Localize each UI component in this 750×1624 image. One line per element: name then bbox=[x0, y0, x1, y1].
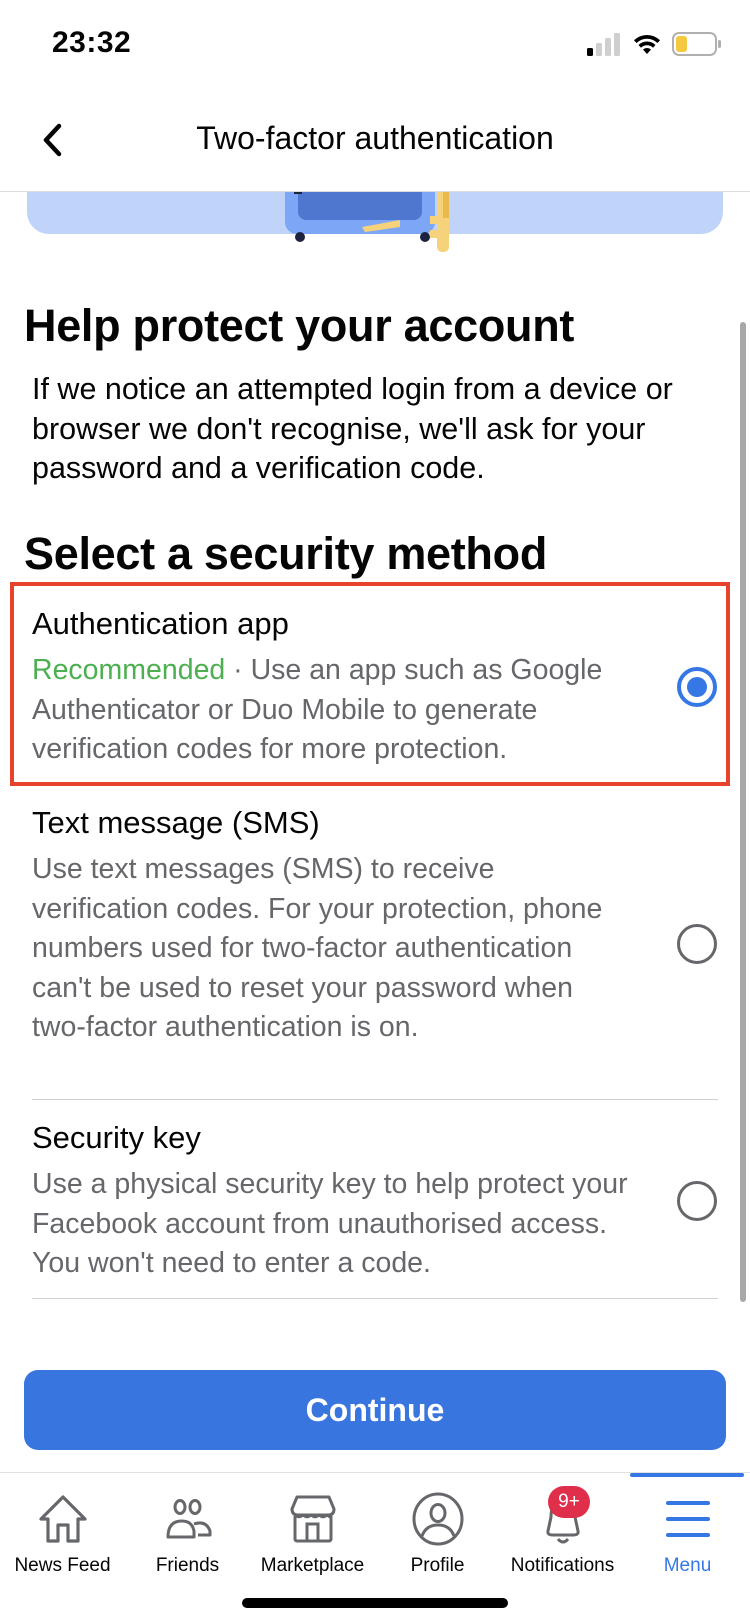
content-scroll-area[interactable]: Help protect your account If we notice a… bbox=[0, 192, 750, 1472]
status-bar: 23:32 bbox=[0, 0, 750, 90]
tab-label: Marketplace bbox=[260, 1555, 365, 1576]
option-title: Text message (SMS) bbox=[32, 805, 320, 840]
tab-friends[interactable]: Friends bbox=[125, 1473, 250, 1583]
main-heading: Help protect your account bbox=[24, 300, 575, 351]
option-text-message[interactable]: Text message (SMS) Use text messages (SM… bbox=[32, 804, 722, 1048]
continue-button[interactable]: Continue bbox=[24, 1370, 726, 1450]
menu-icon bbox=[665, 1501, 710, 1537]
home-icon bbox=[38, 1495, 87, 1543]
profile-icon bbox=[412, 1492, 463, 1546]
tab-label: News Feed bbox=[14, 1555, 111, 1576]
recommended-label: Recommended bbox=[32, 654, 226, 686]
home-indicator bbox=[242, 1598, 508, 1608]
tab-label: Friends bbox=[155, 1555, 220, 1576]
nav-header: Two-factor authentication bbox=[0, 90, 750, 192]
option-title: Security key bbox=[32, 1120, 201, 1155]
tab-profile[interactable]: Profile bbox=[375, 1473, 500, 1583]
cellular-signal-icon bbox=[587, 33, 620, 56]
intro-text: If we notice an attempted login from a d… bbox=[32, 372, 673, 485]
separator: · bbox=[225, 654, 251, 686]
divider bbox=[32, 1099, 718, 1100]
tab-news-feed[interactable]: News Feed bbox=[0, 1473, 125, 1583]
option-description: Recommended · Use an app such as Google … bbox=[32, 651, 632, 770]
tab-label: Menu bbox=[663, 1555, 712, 1576]
battery-icon bbox=[672, 32, 721, 56]
radio-authentication-app[interactable] bbox=[677, 667, 717, 707]
option-security-key[interactable]: Security key Use a physical security key… bbox=[32, 1119, 722, 1284]
option-description: Use a physical security key to help prot… bbox=[32, 1168, 628, 1279]
tab-label: Profile bbox=[410, 1555, 465, 1576]
option-title: Authentication app bbox=[32, 606, 289, 641]
option-authentication-app[interactable]: Authentication app Recommended · Use an … bbox=[32, 605, 722, 770]
radio-security-key[interactable] bbox=[677, 1181, 717, 1221]
wifi-icon bbox=[634, 34, 660, 54]
scrollbar[interactable] bbox=[740, 322, 746, 1302]
section-heading: Select a security method bbox=[24, 528, 548, 579]
radio-text-message[interactable] bbox=[677, 924, 717, 964]
page-title: Two-factor authentication bbox=[196, 120, 554, 156]
notification-badge: 9+ bbox=[548, 1486, 590, 1518]
option-description: Use text messages (SMS) to receive verif… bbox=[32, 853, 603, 1043]
tab-label: Notifications bbox=[510, 1555, 615, 1576]
status-time: 23:32 bbox=[52, 26, 132, 59]
tab-menu[interactable]: Menu bbox=[625, 1473, 750, 1583]
friends-icon bbox=[166, 1499, 211, 1539]
tab-marketplace[interactable]: Marketplace bbox=[250, 1473, 375, 1583]
status-icons bbox=[586, 32, 722, 56]
marketplace-icon bbox=[290, 1495, 335, 1543]
safe-with-key-illustration bbox=[285, 192, 449, 252]
divider bbox=[32, 1298, 718, 1299]
